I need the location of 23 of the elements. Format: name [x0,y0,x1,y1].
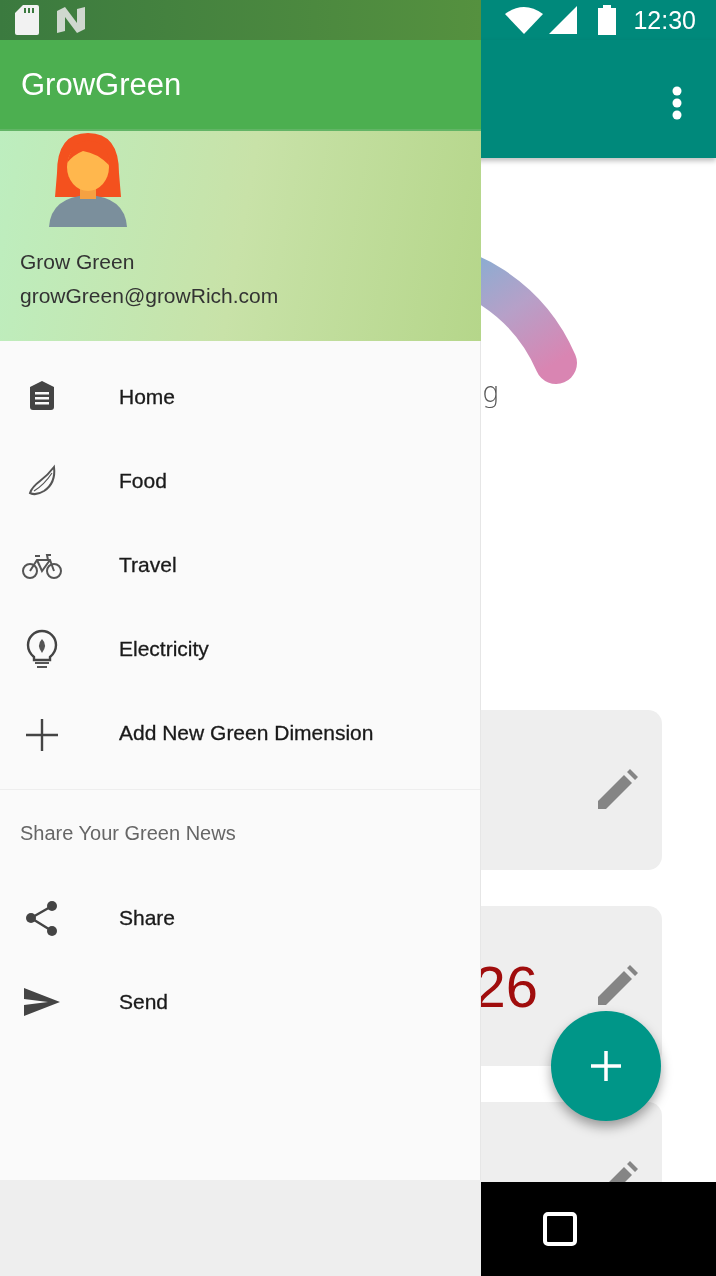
battery-icon [597,5,618,35]
app-title: GrowGreen [21,66,182,103]
profile-name: Grow Green [20,250,136,274]
drawer-item[interactable]: Add New Green Dimension [0,691,480,775]
section-title: Share Your Green News [20,821,236,845]
drawer-item[interactable]: Travel [0,523,480,607]
recents-icon[interactable] [543,1212,577,1246]
gauge-label: g [482,376,499,409]
drawer-item[interactable]: Electricity [0,607,480,691]
drawer-item[interactable]: Share [0,876,480,960]
edit-icon[interactable] [596,965,638,1007]
drawer-item[interactable]: Send [0,960,480,1044]
sd-card-icon [15,5,39,35]
profile-email: growGreen@growRich.com [20,284,280,308]
notification-n-icon [57,7,85,33]
status-time: 12:30 [633,5,696,35]
wifi-icon [505,6,544,34]
plus-icon [591,1051,621,1081]
drawer-item[interactable]: Home [0,355,480,439]
drawer-item[interactable]: Food [0,439,480,523]
signal-icon [549,6,578,34]
overflow-menu-icon[interactable] [672,86,682,120]
edit-icon[interactable] [596,769,638,811]
